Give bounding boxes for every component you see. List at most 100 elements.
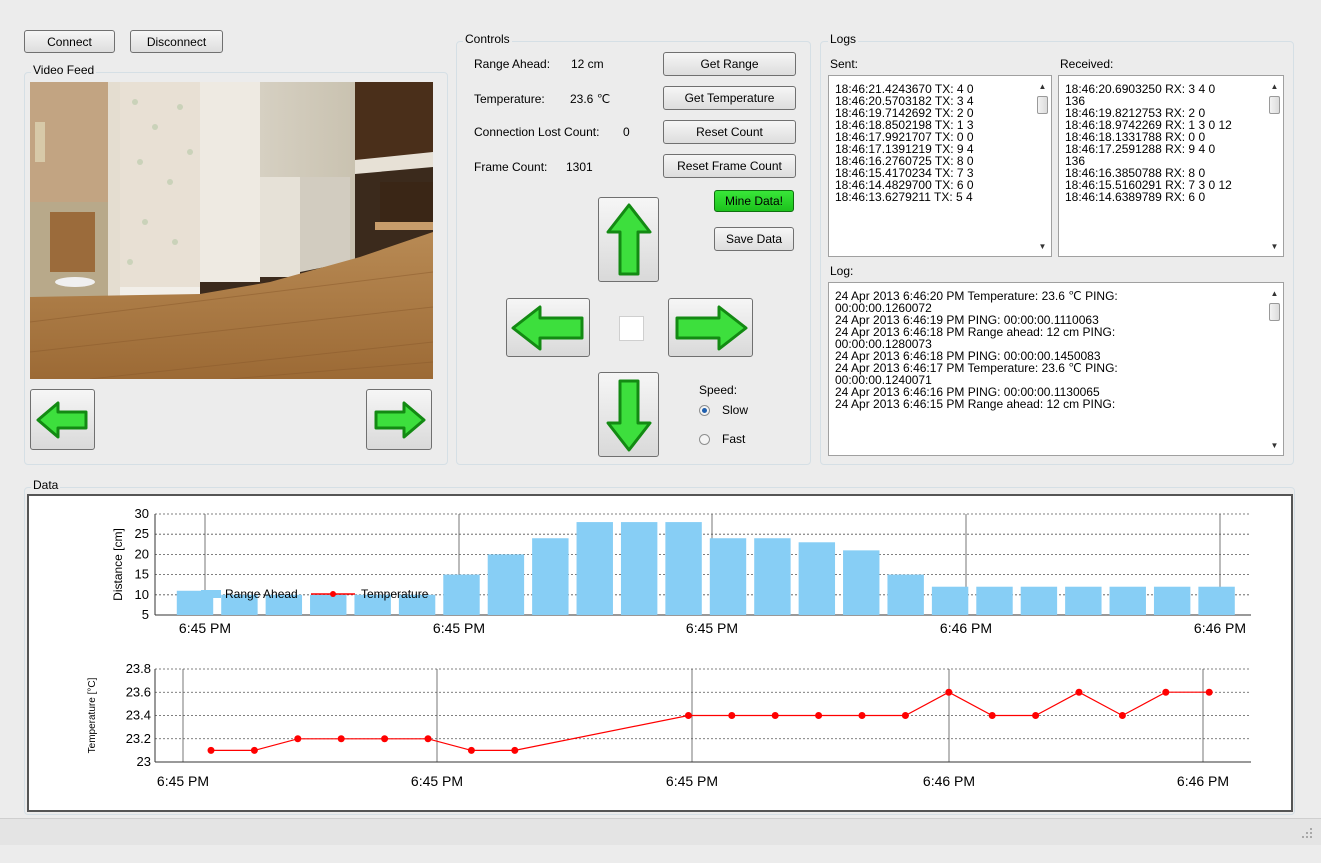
data-point [467,746,475,754]
x-tick-label: 6:46 PM [923,773,975,789]
temperature-line [211,691,1210,751]
y-tick-label: 20 [135,546,149,561]
bar [1020,586,1058,615]
speed-slow-radio[interactable] [699,405,710,416]
data-point [815,712,823,719]
mine-data-button[interactable]: Mine Data! [714,190,794,212]
disconnect-button[interactable]: Disconnect [130,30,223,53]
video-feed-image [30,82,433,379]
arrow-left-icon [511,305,584,350]
bar [754,538,791,615]
logs-label: Logs [828,32,859,46]
bar [843,550,880,615]
legend-label: Range Ahead [225,587,298,601]
y-tick-label: 23 [137,754,151,769]
list-item: 18:46:20.6903250 RX: 3 4 0 [1065,82,1216,96]
y-tick-label: 15 [135,567,149,582]
x-tick-label: 6:45 PM [666,773,718,789]
status-bar [0,818,1321,845]
stop-indicator[interactable] [619,316,644,341]
x-tick-label: 6:46 PM [940,620,992,636]
scroll-thumb[interactable] [1269,303,1280,321]
scroll-thumb[interactable] [1037,96,1048,114]
data-point [294,735,302,743]
scroll-up-icon[interactable]: ▲ [1266,80,1283,94]
data-point [381,735,389,743]
x-tick-label: 6:45 PM [686,620,738,636]
resize-grip-icon[interactable] [1300,826,1314,840]
bar [798,542,836,615]
log-scrollbar[interactable]: ▲ ▼ [1266,283,1283,455]
bar [1065,586,1102,615]
x-tick-label: 6:45 PM [179,620,231,636]
scroll-down-icon[interactable]: ▼ [1034,240,1051,254]
bar [931,586,969,615]
bar [443,574,480,615]
x-tick-label: 6:45 PM [433,620,485,636]
reset-count-button[interactable]: Reset Count [663,120,796,144]
arrow-left-icon [36,401,87,438]
get-temperature-button[interactable]: Get Temperature [663,86,796,110]
y-tick-label: 23.8 [126,661,151,676]
save-data-button[interactable]: Save Data [714,227,794,251]
bar [1153,586,1191,615]
log-label: Log: [830,264,854,278]
arrow-right-icon [675,305,747,350]
bar [487,554,525,615]
reset-frame-count-button[interactable]: Reset Frame Count [663,154,796,178]
bar [1109,586,1146,615]
connect-button[interactable]: Connect [24,30,115,53]
data-point [858,712,866,719]
data-point [771,712,779,719]
data-point [207,746,215,754]
bar [709,538,747,615]
y-tick-label: 30 [135,506,149,521]
y-tick-label: 23.6 [126,684,151,699]
move-right-button[interactable] [668,298,753,357]
sent-list[interactable]: 18:46:21.4243670 TX: 4 0 18:46:20.570318… [828,75,1052,257]
y-tick-label: 23.2 [126,731,151,746]
frame-count-value: 1301 [566,160,593,174]
move-backward-button[interactable] [598,372,659,457]
scroll-down-icon[interactable]: ▼ [1266,439,1283,453]
sent-label: Sent: [830,57,859,71]
move-left-button[interactable] [506,298,590,357]
arrow-down-icon [606,379,651,451]
temperature-label: Temperature: [474,92,545,106]
scroll-thumb[interactable] [1269,96,1280,114]
scroll-up-icon[interactable]: ▲ [1266,287,1283,301]
list-item: 18:46:13.6279211 TX: 5 4 [835,190,973,204]
scroll-up-icon[interactable]: ▲ [1034,80,1051,94]
received-list[interactable]: 18:46:20.6903250 RX: 3 4 0 136 18:46:19.… [1058,75,1284,257]
bar [1198,586,1235,615]
get-range-button[interactable]: Get Range [663,52,796,76]
connection-lost-label: Connection Lost Count: [474,125,600,139]
list-item: 18:46:17.2591288 RX: 9 4 0 [1065,142,1216,156]
y-axis-label: Distance [cm] [111,528,125,601]
scroll-down-icon[interactable]: ▼ [1266,240,1283,254]
y-axis-label: Temperature [°C] [87,677,98,753]
list-item: 18:46:14.6389789 RX: 6 0 [1065,190,1206,204]
data-point [901,712,909,719]
speed-slow-label[interactable]: Slow [722,403,748,417]
log-list[interactable]: 24 Apr 2013 6:46:20 PM Temperature: 23.6… [828,282,1284,456]
move-forward-button[interactable] [598,197,659,282]
data-point [424,735,432,743]
charts-svg: 5 10 15 20 25 30 6:45 PM 6:45 PM 6:45 PM 6:46 PM 6… [87,506,1251,789]
data-label: Data [31,478,61,492]
speed-fast-label[interactable]: Fast [722,432,745,446]
speed-fast-radio[interactable] [699,434,710,445]
data-point [684,712,692,719]
data-point [1075,688,1083,696]
bar [887,574,924,615]
received-label: Received: [1060,57,1114,71]
chart-panel: 5 10 15 20 25 30 6:45 PM 6:45 PM 6:45 PM 6:46 PM 6… [27,494,1293,812]
bar [532,538,569,615]
range-value: 12 cm [571,57,604,71]
sent-scrollbar[interactable]: ▲ ▼ [1034,76,1051,256]
data-point [1118,712,1126,719]
video-right-button[interactable] [366,389,432,450]
video-left-button[interactable] [30,389,95,450]
bar [576,522,613,615]
received-scrollbar[interactable]: ▲ ▼ [1266,76,1283,256]
